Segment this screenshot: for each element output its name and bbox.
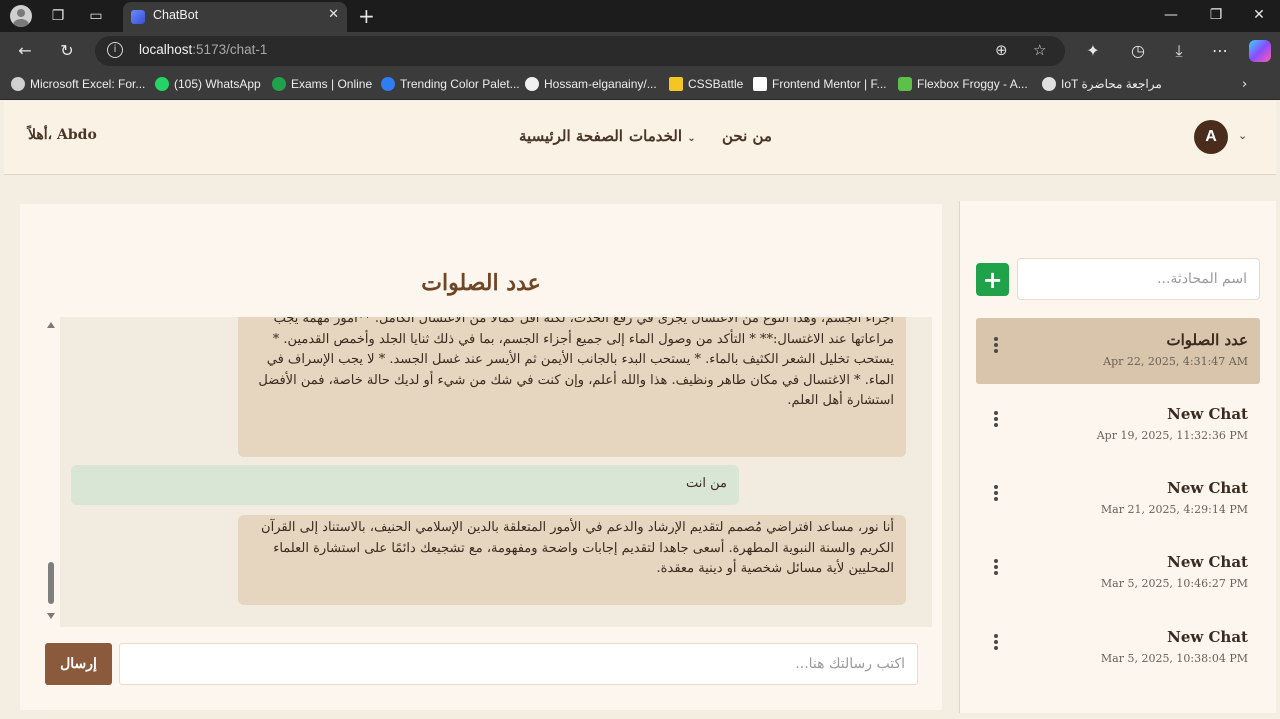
- close-tab-icon[interactable]: ✕: [328, 7, 339, 22]
- messages-area[interactable]: أجزاء الجسم، وهذا النوع من الاغتسال يجزئ…: [42, 317, 932, 627]
- globe-icon: [1042, 77, 1056, 91]
- conversation-title: عدد الصلوات: [1166, 331, 1248, 349]
- kebab-menu-icon[interactable]: [990, 634, 1002, 656]
- chatbot-favicon-icon: [131, 10, 145, 24]
- kebab-menu-icon[interactable]: [990, 337, 1002, 359]
- globe-icon: [11, 77, 25, 91]
- user-message: من انت: [71, 465, 739, 505]
- bookmark-item[interactable]: Trending Color Palet...: [381, 77, 520, 91]
- minimize-icon[interactable]: —: [1160, 4, 1182, 26]
- site-info-icon[interactable]: i: [107, 42, 123, 58]
- copilot-icon[interactable]: [1249, 40, 1271, 62]
- workspaces-icon[interactable]: ❐: [48, 6, 68, 26]
- palette-icon: [381, 77, 395, 91]
- bookmark-item[interactable]: Flexbox Froggy - A...: [898, 77, 1028, 91]
- bookmarks-more-icon[interactable]: ›: [1242, 77, 1247, 92]
- conversation-title: New Chat: [1167, 553, 1248, 571]
- nav-home-link[interactable]: الصفحة الرئيسية: [519, 127, 623, 145]
- browser-navbar: ← ↻ i localhost:5173/chat-1 ⊕ ☆ ✦ ◷ ⤓ ⋯: [0, 32, 1280, 70]
- reload-icon[interactable]: ↻: [56, 40, 78, 62]
- bot-message: أنا نور، مساعد افتراضي مُصمم لتقديم الإر…: [238, 515, 906, 605]
- address-bar[interactable]: i localhost:5173/chat-1 ⊕ ☆: [95, 36, 1065, 66]
- bookmark-item[interactable]: (105) WhatsApp: [155, 77, 261, 91]
- conversation-title: New Chat: [1167, 479, 1248, 497]
- bot-message: أجزاء الجسم، وهذا النوع من الاغتسال يجزئ…: [238, 317, 906, 457]
- conversation-title: New Chat: [1167, 628, 1248, 646]
- conversation-date: Apr 19, 2025, 11:32:36 PM: [1096, 429, 1248, 442]
- back-icon[interactable]: ←: [14, 40, 36, 62]
- conversation-title: New Chat: [1167, 405, 1248, 423]
- send-button[interactable]: إرسال: [45, 643, 112, 685]
- whatsapp-icon: [155, 77, 169, 91]
- frog-icon: [898, 77, 912, 91]
- conversations-sidebar: + عدد الصلوات Apr 22, 2025, 4:31:47 AM N…: [959, 201, 1276, 713]
- chevron-down-icon: ⌄: [687, 133, 696, 144]
- conversation-date: Mar 5, 2025, 10:38:04 PM: [1100, 652, 1248, 665]
- bookmarks-bar: Microsoft Excel: For... (105) WhatsApp E…: [0, 70, 1280, 100]
- url-text: localhost:5173/chat-1: [139, 42, 268, 57]
- more-menu-icon[interactable]: ⋯: [1209, 40, 1231, 62]
- kebab-menu-icon[interactable]: [990, 485, 1002, 507]
- tab-title: ChatBot: [153, 8, 199, 22]
- bookmark-item[interactable]: Hossam-elganainy/...: [525, 77, 657, 91]
- chat-panel: عدد الصلوات أجزاء الجسم، وهذا النوع من ا…: [20, 204, 942, 710]
- bookmark-item[interactable]: Exams | Online: [272, 77, 372, 91]
- bookmark-item[interactable]: CSSBattle: [669, 77, 743, 91]
- conversation-item[interactable]: New Chat Mar 5, 2025, 10:38:04 PM: [976, 615, 1260, 681]
- chat-title: عدد الصلوات: [421, 270, 541, 296]
- conversation-item[interactable]: New Chat Mar 21, 2025, 4:29:14 PM: [976, 466, 1260, 532]
- tab-chatbot[interactable]: ChatBot ✕: [123, 2, 347, 32]
- nav-services-link[interactable]: الخدمات ⌄: [629, 127, 696, 145]
- cssbattle-icon: [669, 77, 683, 91]
- messages-scrollbar[interactable]: [42, 317, 60, 627]
- app-header: أهلاً، Abdo الصفحة الرئيسية الخدمات ⌄ من…: [4, 101, 1276, 175]
- nav-about-link[interactable]: من نحن: [722, 127, 772, 145]
- message-input[interactable]: [119, 643, 918, 685]
- profile-icon[interactable]: [10, 5, 32, 27]
- favorite-star-icon[interactable]: ☆: [1033, 41, 1046, 59]
- conversation-item[interactable]: New Chat Mar 5, 2025, 10:46:27 PM: [976, 540, 1260, 606]
- conversation-item[interactable]: New Chat Apr 19, 2025, 11:32:36 PM: [976, 392, 1260, 458]
- tab-actions-icon[interactable]: ▭: [86, 6, 106, 26]
- add-conversation-button[interactable]: +: [976, 263, 1009, 296]
- conversation-name-input[interactable]: [1017, 258, 1260, 300]
- chevron-down-icon[interactable]: ⌄: [1238, 129, 1247, 142]
- history-icon[interactable]: ◷: [1127, 40, 1149, 62]
- maximize-icon[interactable]: ❐: [1205, 4, 1227, 26]
- conversation-date: Mar 5, 2025, 10:46:27 PM: [1100, 577, 1248, 590]
- close-window-icon[interactable]: ✕: [1248, 4, 1270, 26]
- kebab-menu-icon[interactable]: [990, 411, 1002, 433]
- zoom-icon[interactable]: ⊕: [995, 41, 1008, 59]
- github-icon: [525, 77, 539, 91]
- downloads-icon[interactable]: ⤓: [1168, 40, 1190, 62]
- check-icon: [272, 77, 286, 91]
- avatar[interactable]: A: [1194, 120, 1228, 154]
- new-tab-icon[interactable]: +: [358, 4, 375, 28]
- conversation-date: Apr 22, 2025, 4:31:47 AM: [1103, 355, 1248, 368]
- greeting: أهلاً، Abdo: [28, 127, 97, 143]
- conversation-date: Mar 21, 2025, 4:29:14 PM: [1100, 503, 1248, 516]
- extensions-icon[interactable]: ✦: [1082, 40, 1104, 62]
- frontend-mentor-icon: [753, 77, 767, 91]
- bookmark-item[interactable]: Microsoft Excel: For...: [11, 77, 145, 91]
- kebab-menu-icon[interactable]: [990, 559, 1002, 581]
- scroll-down-arrow-icon[interactable]: [47, 613, 55, 619]
- conversation-item[interactable]: عدد الصلوات Apr 22, 2025, 4:31:47 AM: [976, 318, 1260, 384]
- browser-titlebar: ❐ ▭ ChatBot ✕ + — ❐ ✕: [0, 0, 1280, 32]
- bookmark-item[interactable]: Frontend Mentor | F...: [753, 77, 887, 91]
- scroll-up-arrow-icon[interactable]: [47, 322, 55, 328]
- bookmark-item[interactable]: IoT مراجعة محاضرة: [1042, 77, 1162, 91]
- scrollbar-thumb[interactable]: [48, 562, 54, 604]
